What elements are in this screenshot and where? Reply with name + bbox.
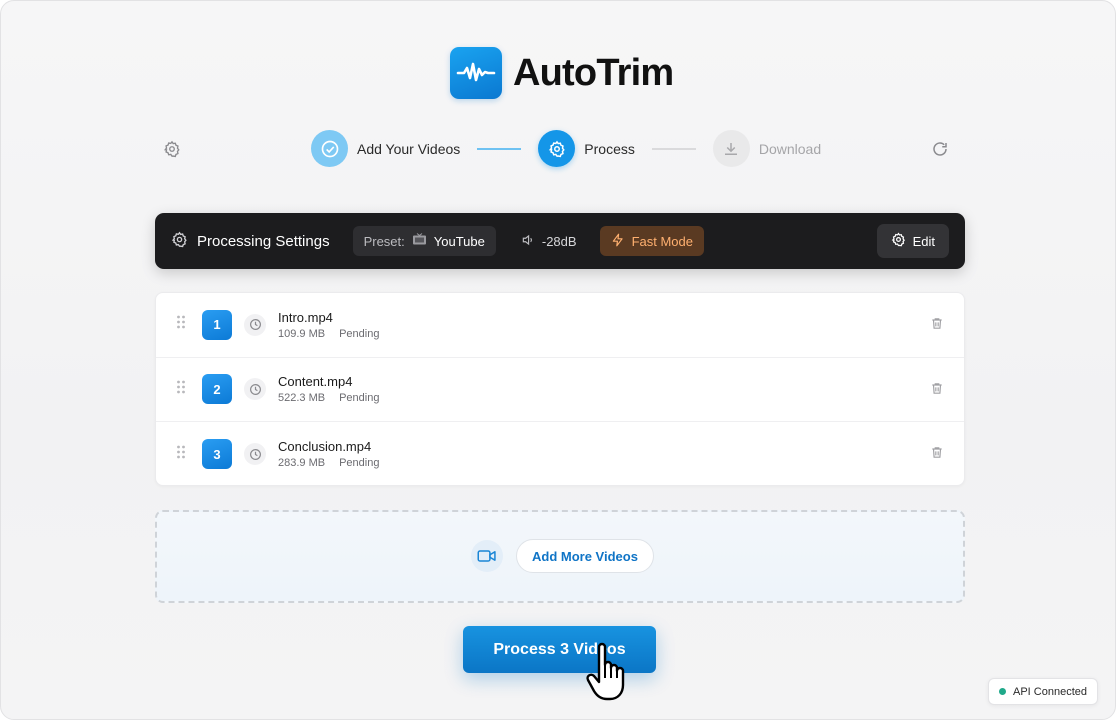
- video-drop-zone[interactable]: Add More Videos: [155, 510, 965, 603]
- step-label: Process: [584, 140, 635, 157]
- waveform-logo-icon: [450, 47, 502, 99]
- gear-icon: [538, 130, 576, 167]
- preset-value: YouTube: [433, 233, 485, 249]
- edit-settings-button[interactable]: Edit: [876, 224, 949, 258]
- edit-label: Edit: [912, 233, 935, 249]
- file-size: 283.9 MB: [278, 457, 326, 470]
- file-size: 109.9 MB: [278, 327, 326, 340]
- file-size: 522.3 MB: [278, 392, 326, 405]
- file-name: Content.mp4: [278, 374, 353, 390]
- refresh-icon[interactable]: [927, 136, 953, 162]
- step-process[interactable]: Process: [538, 130, 635, 167]
- list-item[interactable]: 3 Conclusion.mp4 283.9 MB Pending: [156, 422, 964, 487]
- fast-mode-label: Fast Mode: [631, 233, 693, 249]
- download-icon: [712, 130, 750, 167]
- app-window: AutoTrim Add Your Videos Process Downloa…: [0, 0, 1116, 720]
- step-label: Add Your Videos: [357, 140, 461, 157]
- gear-icon[interactable]: [159, 136, 185, 162]
- trash-icon[interactable]: [930, 381, 944, 401]
- step-label: Download: [758, 140, 822, 157]
- check-circle-icon: [311, 130, 348, 167]
- video-file-list: 1 Intro.mp4 109.9 MB Pending 2 Content.m…: [155, 292, 965, 486]
- step-add-videos[interactable]: Add Your Videos: [311, 130, 460, 167]
- api-status-badge: API Connected: [988, 678, 1098, 705]
- video-camera-icon: [471, 540, 503, 572]
- file-status: Pending: [339, 327, 380, 340]
- threshold-value: -28dB: [541, 233, 577, 249]
- app-name: AutoTrim: [513, 51, 674, 94]
- list-item[interactable]: 1 Intro.mp4 109.9 MB Pending: [156, 293, 964, 358]
- volume-icon: [521, 233, 535, 250]
- file-index-badge: 1: [202, 309, 232, 340]
- progress-stepper: Add Your Videos Process Download: [311, 130, 821, 167]
- step-download[interactable]: Download: [712, 130, 822, 167]
- clock-icon: [244, 313, 266, 336]
- hand-pointer-cursor-icon: [585, 641, 637, 708]
- step-connector: [651, 147, 696, 150]
- api-status-label: API Connected: [1013, 685, 1087, 698]
- file-index-badge: 3: [202, 439, 232, 470]
- add-more-videos-button[interactable]: Add More Videos: [516, 539, 654, 573]
- lightning-icon: [611, 233, 625, 250]
- drag-handle-icon[interactable]: [176, 379, 188, 400]
- app-logo: AutoTrim: [450, 47, 674, 99]
- trash-icon[interactable]: [930, 316, 944, 336]
- preset-badge: Preset: YouTube: [352, 226, 496, 256]
- file-name: Intro.mp4: [278, 309, 333, 325]
- drag-handle-icon[interactable]: [176, 444, 188, 465]
- file-name: Conclusion.mp4: [278, 439, 372, 455]
- settings-title: Processing Settings: [171, 231, 330, 252]
- file-status: Pending: [339, 457, 380, 470]
- clock-icon: [244, 378, 266, 401]
- preset-label: Preset:: [363, 233, 405, 249]
- gear-icon: [171, 231, 188, 252]
- threshold-badge: -28dB: [510, 226, 588, 256]
- gear-icon: [891, 232, 906, 250]
- clock-icon: [244, 443, 266, 466]
- settings-title-label: Processing Settings: [197, 232, 330, 250]
- status-dot-icon: [999, 688, 1006, 695]
- trash-icon[interactable]: [930, 445, 944, 465]
- list-item[interactable]: 2 Content.mp4 522.3 MB Pending: [156, 358, 964, 423]
- fast-mode-badge: Fast Mode: [599, 226, 704, 256]
- step-connector: [477, 147, 522, 150]
- tv-icon: [412, 233, 427, 249]
- drag-handle-icon[interactable]: [176, 314, 188, 335]
- processing-settings-bar: Processing Settings Preset: YouTube -28d…: [155, 213, 965, 269]
- file-index-badge: 2: [202, 374, 232, 405]
- file-status: Pending: [339, 392, 380, 405]
